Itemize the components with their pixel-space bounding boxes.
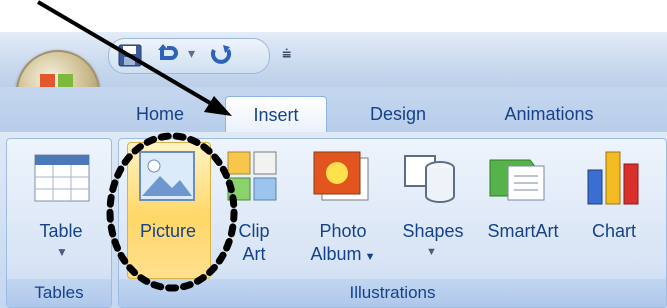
annotation-highlight-ellipse [106,132,238,292]
annotation-arrow-line [36,0,224,112]
annotation-overlay [36,0,238,292]
annotation-arrow-head [204,96,232,116]
